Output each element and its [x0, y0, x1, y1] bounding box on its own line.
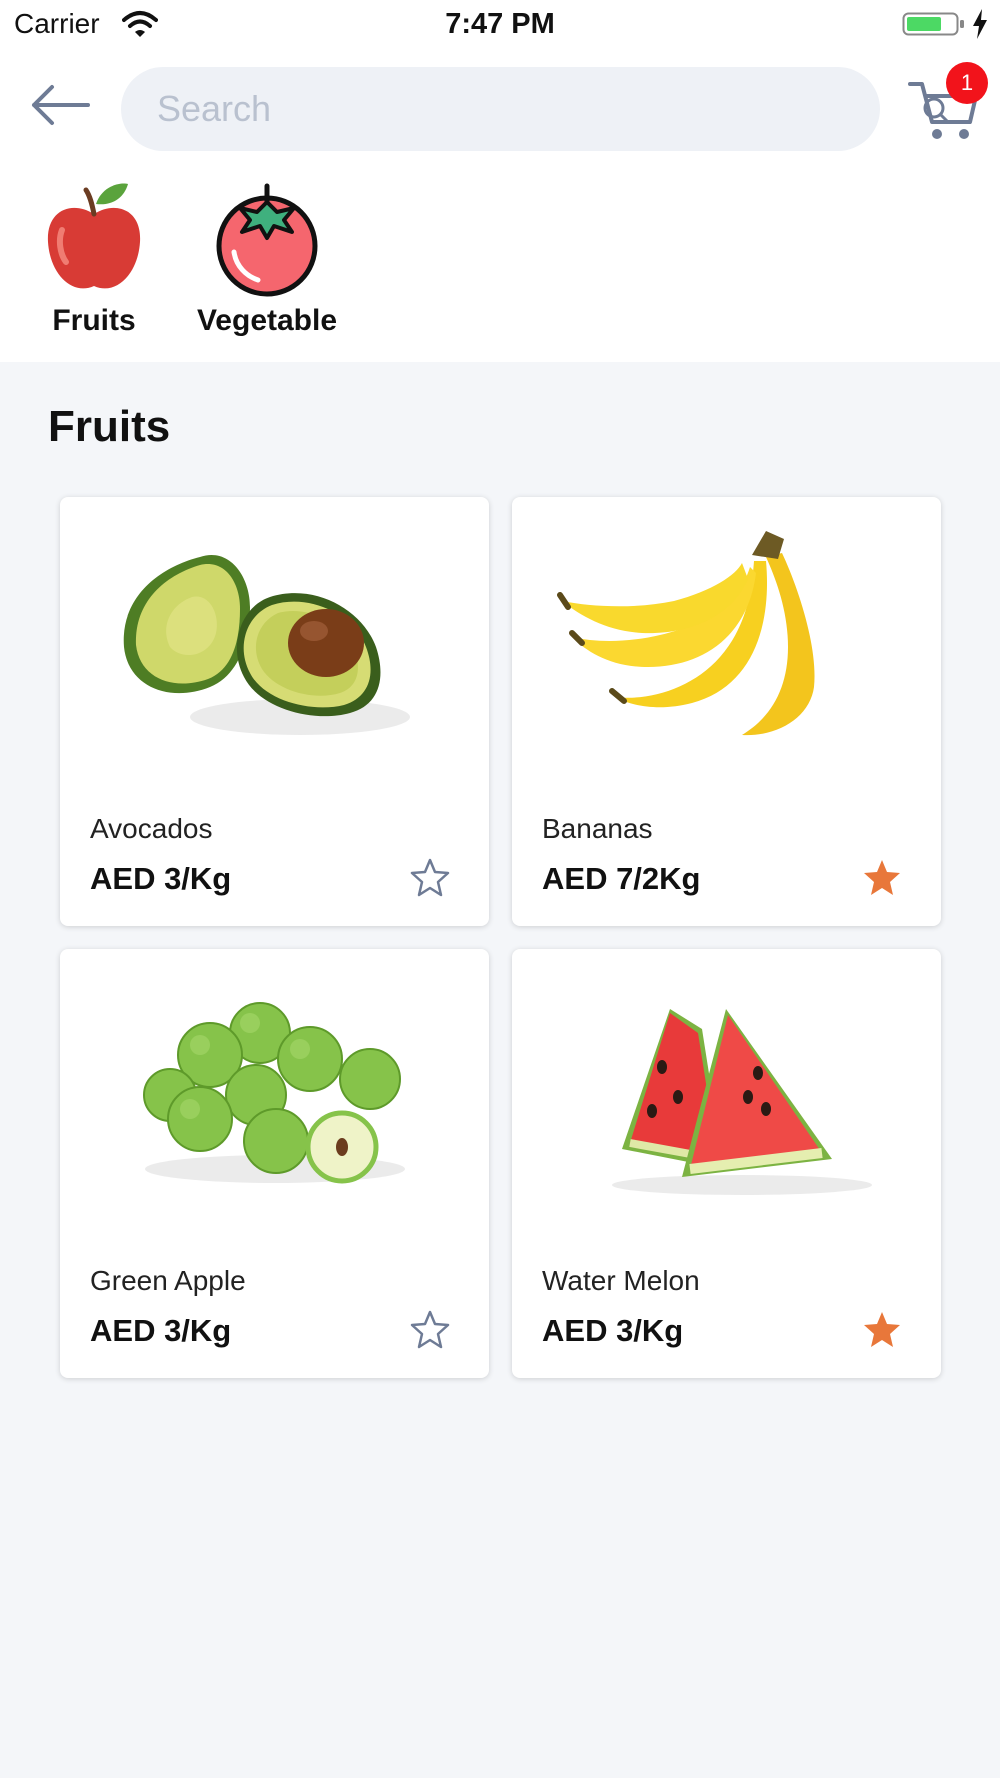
product-price: AED 3/Kg	[90, 861, 232, 896]
product-name: Bananas	[542, 813, 653, 844]
product-card-green-apple[interactable]: Green Apple AED 3/Kg	[60, 949, 489, 1378]
search-input[interactable]	[157, 67, 797, 151]
star-outline-icon[interactable]	[410, 1309, 450, 1349]
tomato-icon	[216, 183, 318, 297]
product-card-bananas[interactable]: Bananas AED 7/2Kg	[512, 497, 941, 926]
clock-time: 7:47 PM	[445, 8, 555, 40]
category-label-vegetable: Vegetable	[196, 304, 338, 337]
search-bar	[121, 67, 950, 151]
category-vegetable[interactable]: Vegetable	[190, 180, 344, 338]
star-filled-icon[interactable]	[862, 857, 902, 897]
category-fruits[interactable]: Fruits	[36, 180, 152, 338]
product-card-water-melon[interactable]: Water Melon AED 3/Kg	[512, 949, 941, 1378]
product-card-avocados[interactable]: Avocados AED 3/Kg	[60, 497, 489, 926]
back-arrow-icon[interactable]	[28, 80, 92, 130]
banana-image	[557, 531, 815, 736]
product-name: Avocados	[90, 813, 213, 844]
avocado-image	[123, 555, 410, 735]
green-apple-image	[143, 1002, 405, 1184]
star-filled-icon[interactable]	[862, 1309, 902, 1349]
category-label-fruits: Fruits	[52, 304, 136, 337]
star-outline-icon[interactable]	[410, 857, 450, 897]
cart-badge: 1	[946, 62, 988, 104]
product-price: AED 7/2Kg	[542, 861, 701, 896]
battery-icon	[902, 12, 964, 36]
watermelon-image	[612, 1009, 872, 1195]
section-title: Fruits	[48, 402, 171, 451]
product-price: AED 3/Kg	[90, 1313, 232, 1348]
charging-bolt-icon	[973, 9, 987, 39]
product-name: Green Apple	[90, 1265, 246, 1296]
apple-icon	[47, 183, 141, 289]
product-price: AED 3/Kg	[542, 1313, 684, 1348]
category-bar: Fruits Vegetable	[0, 160, 1000, 362]
product-name: Water Melon	[542, 1265, 700, 1296]
status-bar: Carrier 7:47 PM	[0, 0, 1000, 50]
app-header: 1	[0, 50, 1000, 160]
